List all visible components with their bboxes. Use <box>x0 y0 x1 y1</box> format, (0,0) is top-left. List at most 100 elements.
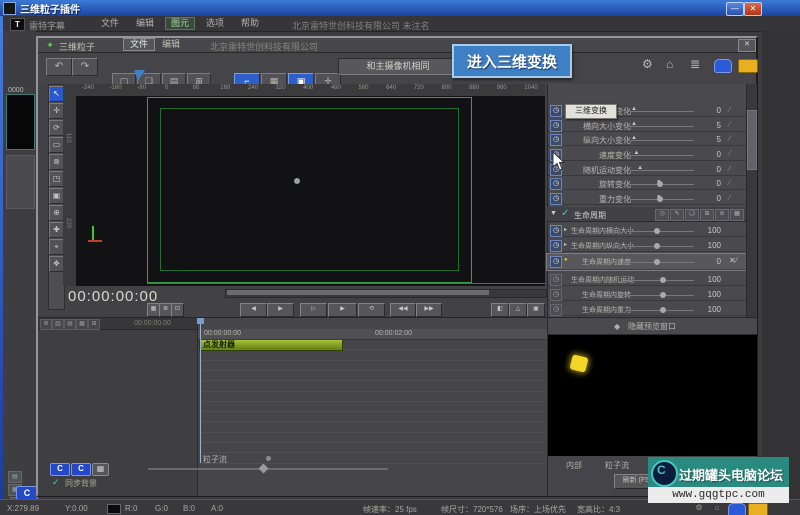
menu-帮助[interactable]: 帮助 <box>236 18 264 29</box>
rows-icon[interactable]: ▤ <box>64 319 76 330</box>
viewer-canvas[interactable] <box>76 96 545 286</box>
home-icon[interactable]: ⌂ <box>666 57 673 71</box>
menu-编辑[interactable]: 编辑 <box>131 18 159 29</box>
delete-tool[interactable]: ⊗ <box>49 154 64 170</box>
emitter-point[interactable] <box>294 178 300 184</box>
param-value[interactable]: 0 <box>695 194 721 203</box>
playhead-handle[interactable] <box>197 318 204 324</box>
copy-icon[interactable]: ❏ <box>685 209 699 221</box>
param-slider-thumb[interactable] <box>653 243 660 249</box>
crop-tool[interactable]: ◳ <box>49 171 64 187</box>
clock-icon[interactable]: ◷ <box>550 193 562 205</box>
param-slider[interactable] <box>626 246 694 247</box>
param-slider[interactable] <box>626 231 694 232</box>
timeline-c-button[interactable]: C <box>50 463 70 476</box>
undo-button[interactable]: ↶ <box>46 58 72 76</box>
go-end-button[interactable]: ▶▶ <box>416 303 442 317</box>
menu-选项[interactable]: 选项 <box>201 18 229 29</box>
param-slider-thumb[interactable] <box>657 196 663 202</box>
param-row-纵向大小变化[interactable]: ◷ 纵向大小变化 ▲ 5 ∕ <box>547 132 746 146</box>
home-icon[interactable]: ⌂ <box>710 502 724 513</box>
columns-icon[interactable]: ▥ <box>52 319 64 330</box>
clock-icon[interactable]: ◷ <box>550 289 562 301</box>
step-forward-button[interactable]: ▶ <box>267 303 294 317</box>
redo-button[interactable]: ↷ <box>72 58 98 76</box>
lifecycle-row-生命周期内速度[interactable]: ◷ ● 生命周期内速度 0 ✕∕ <box>546 253 747 271</box>
curve-icon[interactable]: ∕ <box>729 178 730 187</box>
preview-tab-粒子流[interactable]: 粒子流 <box>605 460 629 471</box>
reset-icon[interactable]: ⊜ <box>715 209 729 221</box>
collapse-arrow-icon[interactable]: ▼ <box>550 210 557 217</box>
curve-icon[interactable]: ∕ <box>729 120 730 129</box>
curve-icon[interactable]: ∕ <box>729 164 730 173</box>
options-icon[interactable]: ⊞ <box>88 319 100 330</box>
mask-icon[interactable] <box>728 503 746 515</box>
hand-tool[interactable]: ❖ <box>49 256 64 272</box>
list-icon[interactable]: ≣ <box>690 57 700 71</box>
paste-icon[interactable]: ⊞ <box>700 209 714 221</box>
param-row-横向大小变化[interactable]: ◷ 横向大小变化 ▲ 5 ∕ <box>547 118 746 132</box>
clock-icon[interactable]: ◷ <box>550 256 562 268</box>
mon-a-button[interactable]: ◧ <box>491 303 509 317</box>
plugin-tab-编辑[interactable]: 编辑 <box>156 39 186 50</box>
clock-icon[interactable]: ◷ <box>550 240 562 252</box>
list-icon[interactable]: ≣ <box>40 319 52 330</box>
param-slider-thumb[interactable] <box>653 259 660 265</box>
param-slider-thumb[interactable] <box>653 228 660 234</box>
rect-tool[interactable]: ▭ <box>49 137 64 153</box>
lifecycle-row-生命周期内纵向大小[interactable]: ◷ ▸ 生命周期内纵向大小 100 <box>547 238 746 252</box>
param-slider[interactable] <box>626 262 694 263</box>
param-row-随机运动变化[interactable]: ◷ 随机运动变化 ▲ 0 ∕ <box>547 162 746 176</box>
select-tool[interactable]: ↖ <box>49 86 64 102</box>
playhead[interactable] <box>200 318 201 463</box>
frame-tool[interactable]: ▣ <box>49 188 64 204</box>
timeline-c-button[interactable]: C <box>71 463 91 476</box>
timeline-option-button[interactable]: ▦ <box>92 463 109 476</box>
mask-icon[interactable] <box>714 59 732 73</box>
play-slow-button[interactable]: ▷ <box>300 303 327 317</box>
lifecycle-row-生命周期内随机运动[interactable]: ◷ 生命周期内随机运动 100 <box>547 272 746 286</box>
sync-checkbox[interactable]: ✓ <box>52 477 60 488</box>
go-start-button[interactable]: ◀◀ <box>390 303 416 317</box>
clock-icon[interactable]: ◷ <box>550 120 562 132</box>
anchor-tool[interactable]: ⊕ <box>49 205 64 221</box>
menu-图元[interactable]: 图元 <box>164 17 196 30</box>
param-slider-thumb[interactable] <box>660 277 667 283</box>
camera-select[interactable]: 和主摄像机相同 <box>338 58 458 75</box>
param-value[interactable]: 0 <box>695 179 721 188</box>
menu-icon[interactable]: ▦ <box>730 209 744 221</box>
pen-icon[interactable]: ✎ <box>670 209 684 221</box>
rotate-tool[interactable]: ⟳ <box>49 120 64 136</box>
curve-icon[interactable]: ∕ <box>729 134 730 143</box>
lifecycle-checkbox[interactable]: ✓ <box>561 208 569 219</box>
move-tool[interactable]: ✛ <box>49 103 64 119</box>
minimize-button[interactable]: — <box>726 2 744 16</box>
clock-icon[interactable]: ◷ <box>550 274 562 286</box>
grid-icon[interactable]: ▦ <box>76 319 88 330</box>
clip-thumbnail[interactable] <box>6 155 35 209</box>
loop-button[interactable]: ⟲ <box>358 303 385 317</box>
clock-icon[interactable]: ◷ <box>550 105 562 117</box>
param-value[interactable]: 100 <box>695 305 721 314</box>
param-value[interactable]: 0 <box>695 106 721 115</box>
add-tool[interactable]: ✚ <box>49 222 64 238</box>
menu-文件[interactable]: 文件 <box>96 18 124 29</box>
library-icon[interactable] <box>738 59 758 73</box>
param-value[interactable]: 5 <box>695 121 721 130</box>
mon-b-button[interactable]: △ <box>509 303 527 317</box>
params-scrollbar-thumb[interactable] <box>747 110 757 170</box>
param-row-重力变化[interactable]: ◷重力变化●0∕ <box>547 191 746 205</box>
param-value[interactable]: 100 <box>695 241 721 250</box>
plugin-tab-文件[interactable]: 文件 <box>122 38 156 51</box>
param-value[interactable]: 100 <box>695 275 721 284</box>
keyframe-dot[interactable] <box>266 456 271 461</box>
param-value[interactable]: 0 <box>695 150 721 159</box>
wrench-icon[interactable]: ⚙ <box>692 502 706 513</box>
target-tool[interactable]: ⌖ <box>49 239 64 255</box>
param-slider-thumb[interactable] <box>660 292 667 298</box>
clock-icon[interactable]: ◷ <box>550 225 562 237</box>
bin-tool-icon[interactable]: ▤ <box>8 471 22 483</box>
param-value[interactable]: 100 <box>695 290 721 299</box>
caption-badge[interactable]: C <box>16 486 38 500</box>
close-button[interactable]: ✕ <box>744 2 762 16</box>
